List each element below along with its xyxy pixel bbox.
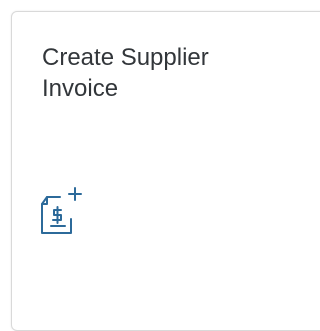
- create-supplier-invoice-icon: [38, 186, 84, 236]
- create-supplier-invoice-tile[interactable]: Create Supplier Invoice: [11, 11, 320, 331]
- tile-title: Create Supplier Invoice: [42, 44, 209, 102]
